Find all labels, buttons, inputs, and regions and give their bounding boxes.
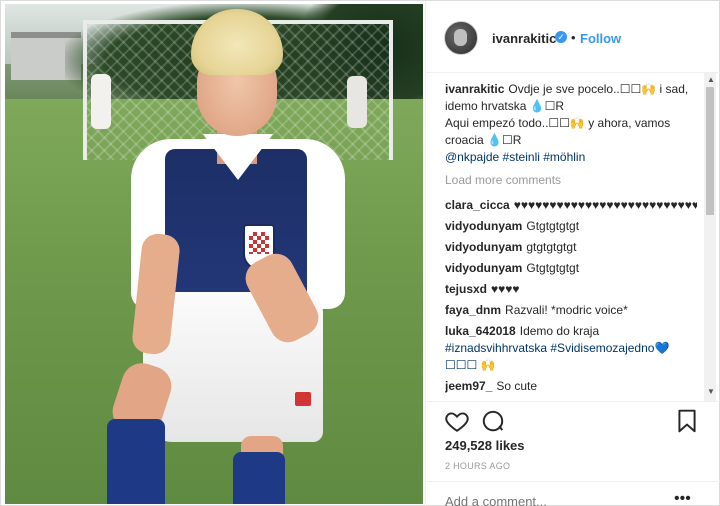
avatar[interactable] [444, 21, 478, 55]
comment-icon[interactable] [480, 408, 506, 434]
comment-username[interactable]: vidyodunyam [445, 240, 522, 254]
comment-text: Gtgtgtgtgt [526, 261, 580, 275]
caption-line-2: Aqui empezó todo..☐☐🙌 y ahora, vamos cro… [445, 116, 671, 147]
comment-username[interactable]: jeem97_ [445, 379, 492, 393]
follow-button[interactable]: Follow [580, 31, 621, 46]
post-header: ivanrakitic ✓ • Follow [426, 1, 720, 73]
boy-right-sock [233, 452, 285, 504]
comment-text: So cute [496, 379, 538, 393]
post-photo[interactable] [5, 4, 423, 504]
comment-text: ♥♥♥♥ [491, 282, 520, 296]
comment-username[interactable]: vidyodunyam [445, 219, 522, 233]
comment-username[interactable]: luka_642018 [445, 324, 516, 338]
comment-text: Razvali! *modric voice* [505, 303, 628, 317]
instagram-post: ivanrakitic ✓ • Follow ivanrakitic Ovdje … [0, 0, 720, 506]
scroll-up-arrow-icon[interactable]: ▲ [707, 75, 715, 84]
comment-username[interactable]: clara_cicca [445, 198, 510, 212]
crest-checkerboard [249, 232, 269, 254]
load-more-comments-link[interactable]: Load more comments [445, 172, 697, 189]
add-comment-bar: ••• [426, 481, 720, 506]
more-options-icon[interactable]: ••• [674, 490, 691, 506]
add-comment-input[interactable] [445, 494, 665, 506]
separator-dot: • [571, 30, 576, 45]
post-caption: ivanrakitic Ovdje je sve pocelo..☐☐🙌 i sa… [445, 81, 697, 166]
post-timestamp[interactable]: 2 HOURS AGO [445, 461, 510, 471]
caption-tags[interactable]: @nkpajde #steinli #möhlin [445, 150, 585, 164]
comment-text: gtgtgtgtgt [526, 240, 577, 254]
comment-tags[interactable]: #iznadsvihhrvatska #Svidisemozajedno💙 ☐☐… [445, 341, 669, 372]
comments-list[interactable]: ivanrakitic Ovdje je sve pocelo..☐☐🙌 i sa… [445, 81, 697, 399]
header-username[interactable]: ivanrakitic [492, 31, 556, 46]
comment-item: faya_dnm Razvali! *modric voice* [445, 302, 697, 319]
comment-item: vidyodunyam Gtgtgtgtgt [445, 260, 697, 277]
photo-background-kid [347, 76, 367, 128]
bookmark-icon[interactable] [674, 408, 700, 434]
comment-item: luka_642018 Idemo do kraja #iznadsvihhrvat… [445, 323, 697, 374]
comment-username[interactable]: tejusxd [445, 282, 487, 296]
comment-item: clara_cicca ♥♥♥♥♥♥♥♥♥♥♥♥♥♥♥♥♥♥♥♥♥♥♥♥♥♥ [445, 197, 697, 214]
photo-background-kid [91, 74, 111, 129]
comment-item: tejusxd ♥♥♥♥ [445, 281, 697, 298]
heart-icon[interactable] [444, 408, 470, 434]
comment-username[interactable]: vidyodunyam [445, 261, 522, 275]
comment-text: ♥♥♥♥♥♥♥♥♥♥♥♥♥♥♥♥♥♥♥♥♥♥♥♥♥♥ [513, 198, 697, 212]
verified-badge-icon: ✓ [555, 31, 567, 43]
boy-left-sock [107, 419, 165, 504]
scroll-down-arrow-icon[interactable]: ▼ [707, 387, 715, 396]
comment-item: vidyodunyam gtgtgtgtgt [445, 239, 697, 256]
likes-count[interactable]: 249,528 likes [445, 438, 525, 453]
shorts-logo [295, 392, 311, 406]
post-side-panel: ivanrakitic ✓ • Follow ivanrakitic Ovdje … [425, 1, 720, 506]
caption-username[interactable]: ivanrakitic [445, 82, 504, 96]
comment-text: Idemo do kraja [519, 324, 600, 338]
comment-username[interactable]: faya_dnm [445, 303, 501, 317]
comment-item: jeem97_ So cute [445, 378, 697, 395]
post-actions [426, 401, 720, 435]
comment-text: Gtgtgtgtgt [526, 219, 580, 233]
comments-scrollbar[interactable]: ▲ ▼ [704, 73, 716, 401]
scrollbar-thumb[interactable] [706, 87, 714, 215]
comment-item: vidyodunyam Gtgtgtgtgt [445, 218, 697, 235]
